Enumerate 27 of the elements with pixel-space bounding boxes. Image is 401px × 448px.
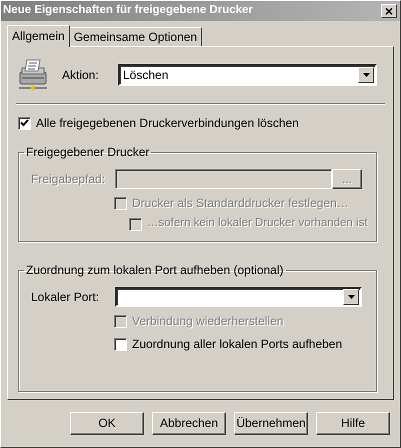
caret-icon — [362, 73, 370, 77]
group-title: Zuordnung zum lokalen Port aufheben (optional) — [25, 264, 284, 276]
dropdown-button[interactable] — [358, 67, 374, 83]
caret-icon — [348, 295, 354, 299]
dialog-button[interactable]: Übernehmen — [234, 412, 308, 435]
checkbox[interactable] — [18, 116, 31, 130]
checkbox-label: …sofern kein lokaler Drucker vorhanden ist — [147, 217, 368, 231]
checkbox-label: Drucker als Standarddrucker festlegen… — [132, 196, 349, 210]
printer-icon — [16, 58, 50, 92]
window-title: Neue Eigenschaften für freigegebene Drucker — [3, 4, 253, 18]
dialog-button[interactable]: OK — [70, 412, 144, 435]
checkbox-label: Zuordnung aller lokalen Ports aufheben — [132, 336, 342, 352]
dialog-button[interactable]: Abbrechen — [152, 412, 226, 435]
checkbox-label: Alle freigegebenen Druckerverbindungen löschen — [36, 116, 299, 130]
action-dropdown[interactable]: Löschen — [118, 64, 377, 86]
checkbox-label: Verbindung wiederherstellen — [132, 314, 284, 328]
field-label: Freigabepfad: — [31, 172, 106, 186]
dialog-button[interactable]: Hilfe — [316, 412, 390, 435]
tab[interactable]: Allgemein — [7, 25, 70, 47]
field-label: Aktion: — [61, 68, 100, 82]
field-label: Lokaler Port: — [31, 290, 100, 304]
port-dropdown[interactable] — [115, 287, 362, 307]
checkbox[interactable] — [114, 338, 127, 350]
group-title: Freigegebener Drucker — [25, 146, 150, 158]
tab[interactable]: Gemeinsame Optionen — [68, 27, 202, 46]
dropdown-button[interactable] — [343, 289, 359, 305]
close-button[interactable]: × — [381, 4, 397, 18]
